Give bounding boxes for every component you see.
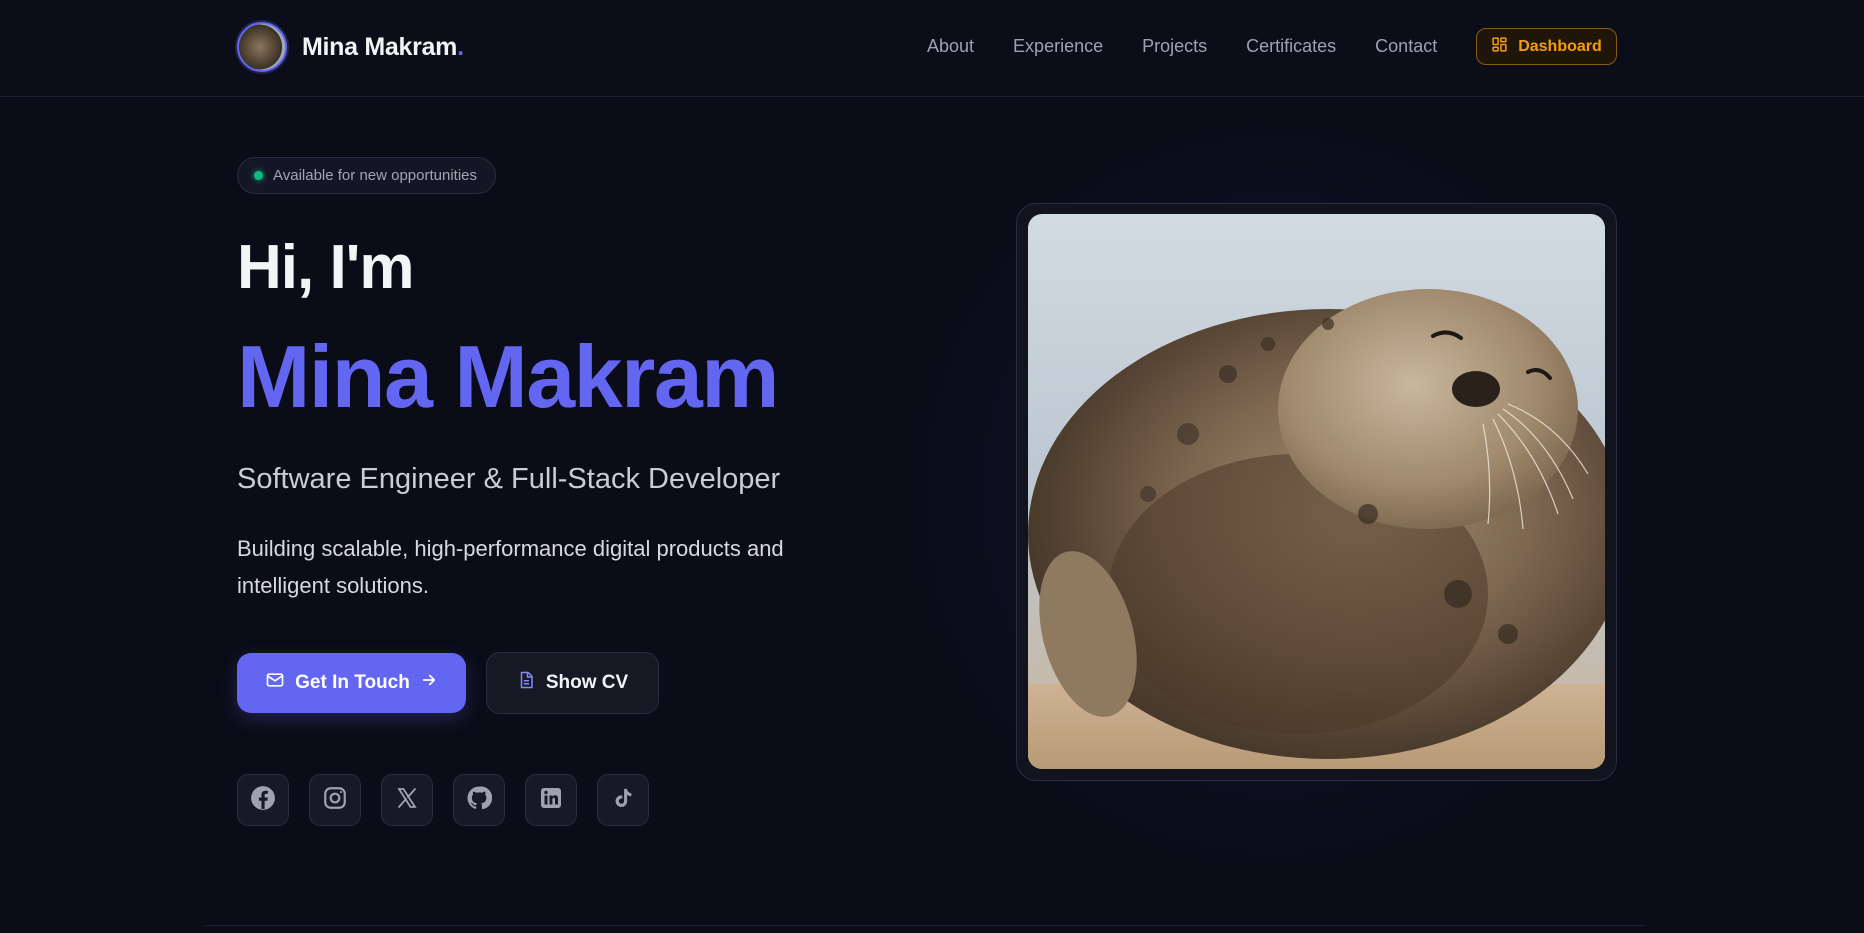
show-cv-button[interactable]: Show CV	[486, 652, 659, 714]
nav-link-certificates[interactable]: Certificates	[1246, 36, 1336, 57]
brand[interactable]: Mina Makram.	[237, 22, 464, 72]
section-divider	[205, 925, 1645, 926]
social-links	[237, 774, 649, 826]
brand-dot: .	[457, 32, 464, 61]
tiktok-link[interactable]	[597, 774, 649, 826]
document-icon	[517, 670, 535, 696]
nav-link-contact[interactable]: Contact	[1375, 36, 1437, 57]
show-cv-label: Show CV	[545, 672, 629, 693]
facebook-icon	[250, 785, 276, 816]
hero-name: Mina Makram	[237, 327, 780, 426]
dashboard-button[interactable]: Dashboard	[1476, 28, 1617, 65]
dashboard-label: Dashboard	[1518, 37, 1602, 55]
status-dot-icon	[254, 171, 263, 180]
linkedin-icon	[539, 786, 563, 815]
availability-text: Available for new opportunities	[273, 167, 478, 184]
x-icon	[395, 786, 419, 815]
nav-links: About Experience Projects Certificates C…	[927, 36, 1476, 57]
nav-link-experience[interactable]: Experience	[1013, 36, 1103, 57]
hero-description: Building scalable, high-performance digi…	[237, 536, 784, 598]
profile-photo	[1028, 214, 1605, 769]
role-title: Software Engineer & Full-Stack Developer	[237, 463, 781, 495]
mail-icon	[265, 670, 285, 696]
greeting: Hi, I'm	[237, 233, 415, 302]
brand-name: Mina Makram	[302, 32, 458, 61]
dashboard-icon	[1491, 36, 1508, 58]
facebook-link[interactable]	[237, 774, 289, 826]
get-in-touch-button[interactable]: Get In Touch	[237, 653, 466, 713]
tiktok-icon	[612, 786, 634, 815]
x-link[interactable]	[381, 774, 433, 826]
availability-badge: Available for new opportunities	[237, 157, 497, 194]
get-in-touch-label: Get In Touch	[295, 672, 410, 693]
nav-link-projects[interactable]: Projects	[1142, 36, 1207, 57]
avatar	[237, 22, 287, 72]
linkedin-link[interactable]	[525, 774, 577, 826]
instagram-icon	[322, 785, 348, 816]
nav-link-about[interactable]: About	[927, 36, 974, 57]
github-icon	[466, 785, 493, 816]
arrow-right-icon	[420, 671, 438, 695]
navbar: Mina Makram. About Experience Projects C…	[0, 0, 1864, 97]
page: Mina Makram. About Experience Projects C…	[0, 0, 1864, 933]
github-link[interactable]	[453, 774, 505, 826]
instagram-link[interactable]	[309, 774, 361, 826]
